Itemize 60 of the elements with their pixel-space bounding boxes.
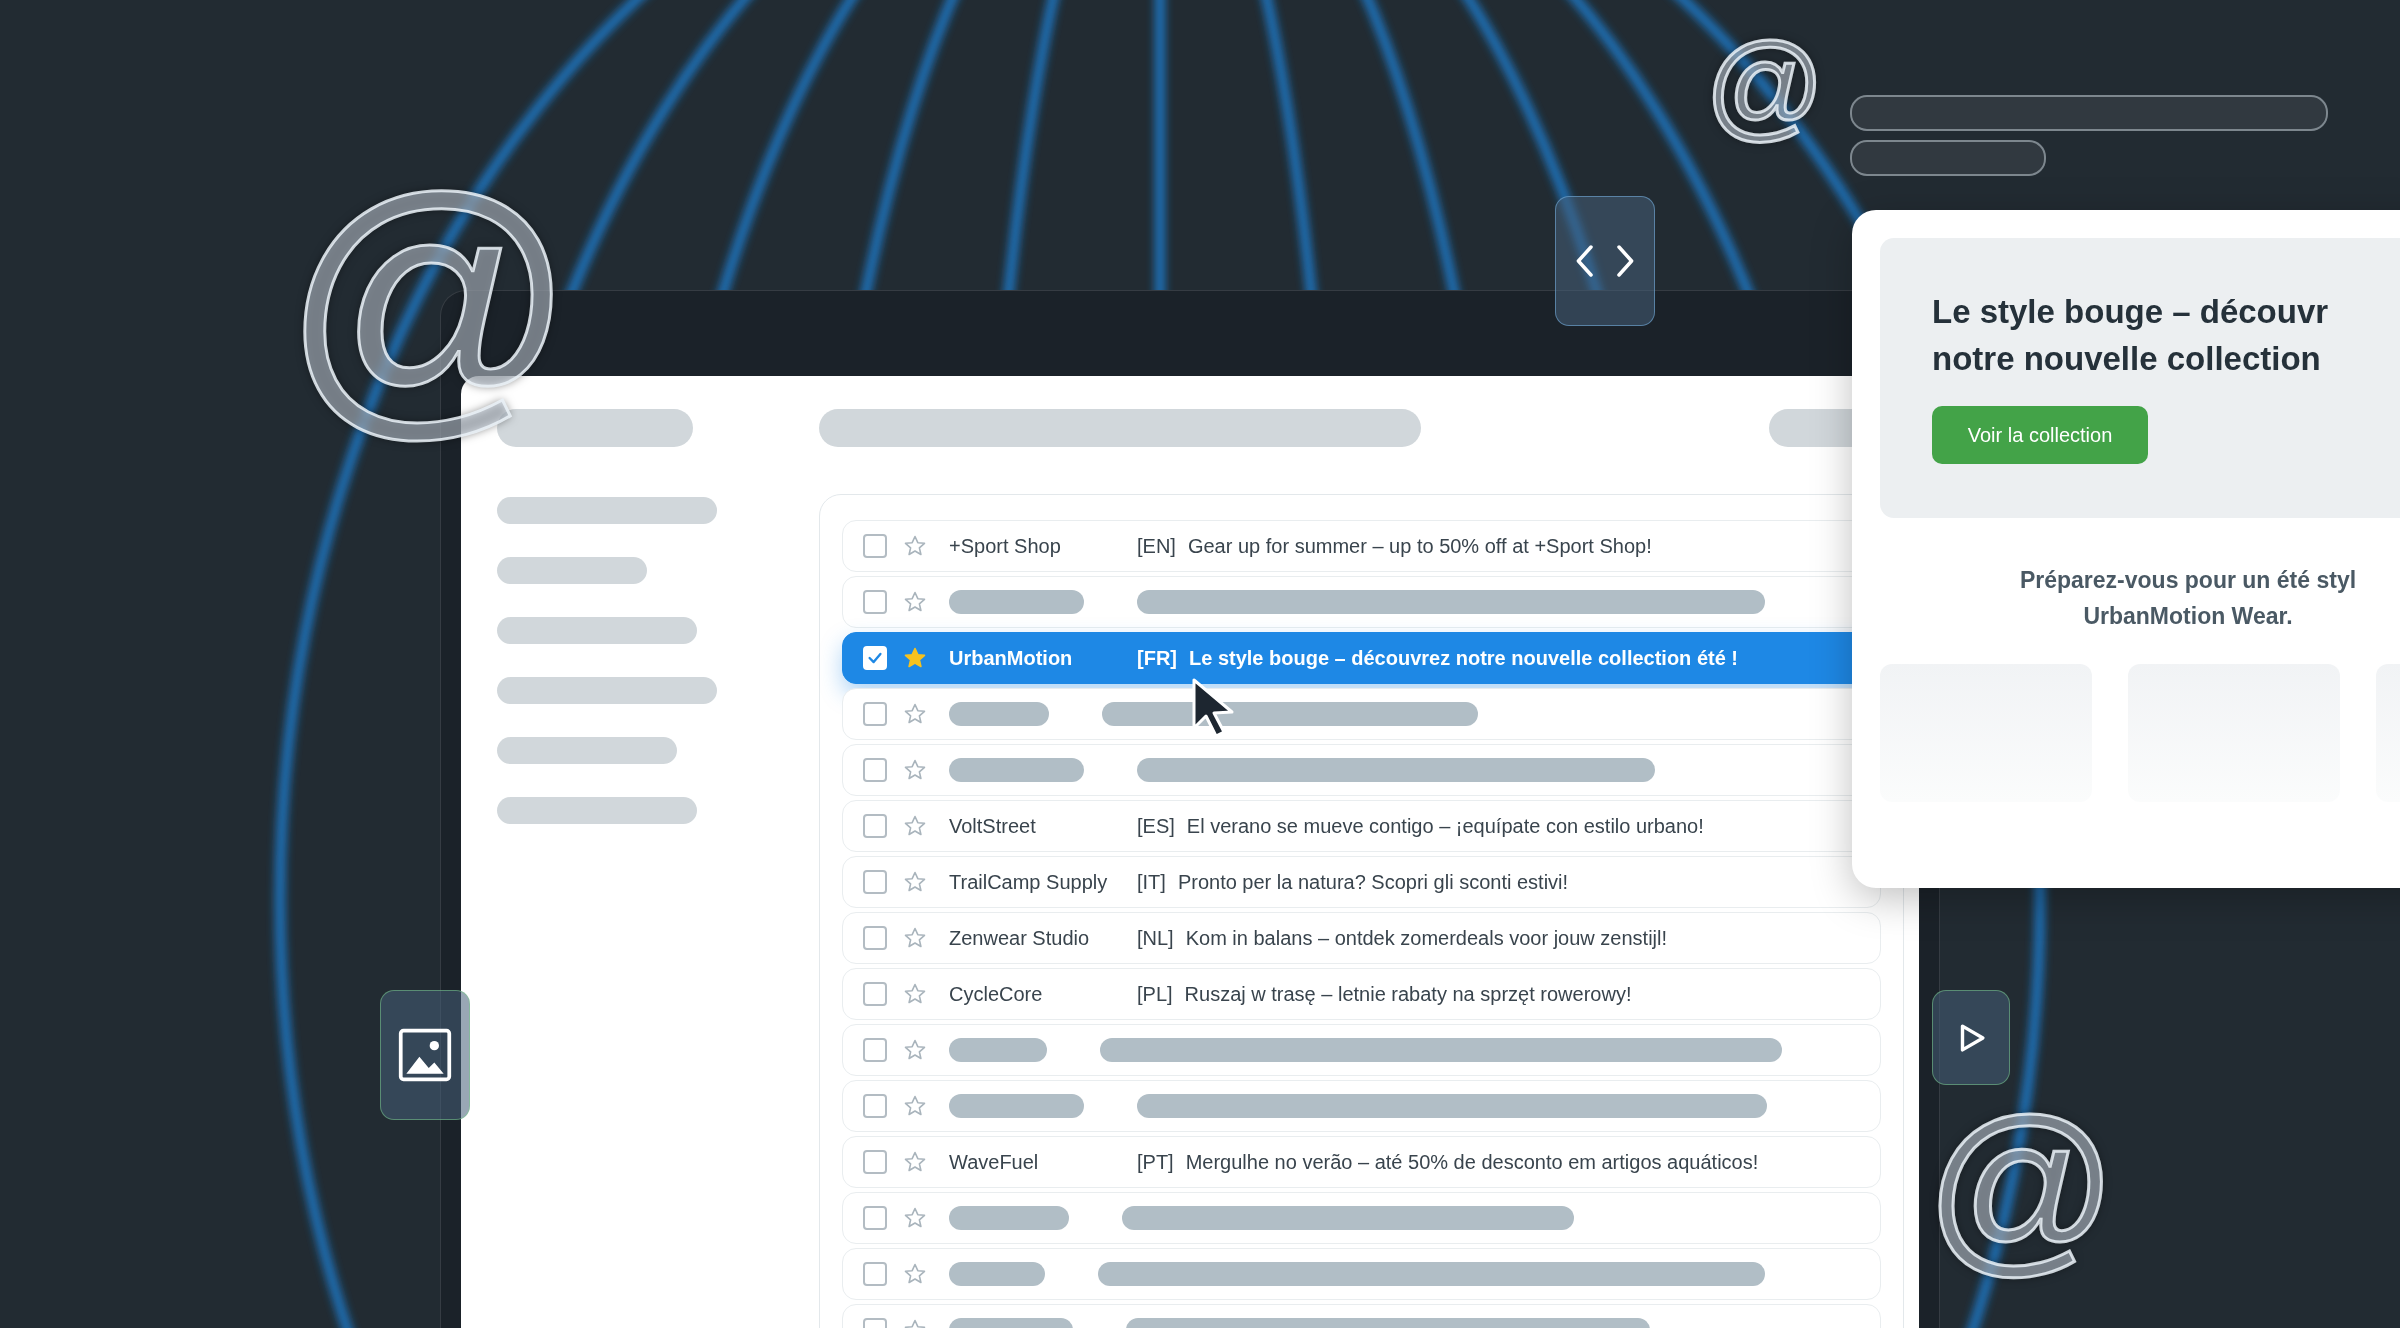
sender-name: VoltStreet xyxy=(949,814,1037,838)
language-tag: [PT] xyxy=(1137,1150,1174,1174)
email-row[interactable]: Zenwear Studio [NL] Kom in balans – ontdek zomerdeals voor jouw zenstijl! xyxy=(842,912,1881,964)
email-row[interactable]: TrailCamp Supply [IT] Pronto per la natura? Scopri gli sconti estivi! xyxy=(842,856,1881,908)
star-icon[interactable] xyxy=(903,1262,927,1286)
language-tag: [ES] xyxy=(1137,814,1175,838)
email-subject: Gear up for summer – up to 50% off at +Sport Shop! xyxy=(1187,534,1652,558)
checkbox[interactable] xyxy=(863,1206,887,1230)
checkbox[interactable] xyxy=(863,1262,887,1286)
email-row[interactable] xyxy=(842,1024,1881,1076)
star-icon[interactable] xyxy=(903,702,927,726)
sender-name: CycleCore xyxy=(949,982,1044,1006)
checkbox[interactable] xyxy=(863,702,887,726)
star-icon[interactable] xyxy=(903,870,927,894)
email-headline: Le style bouge – découvr notre nouvelle collection xyxy=(1932,292,2330,379)
email-subtitle: Préparez-vous pour un été styl UrbanMotion Wear. xyxy=(2018,566,2358,631)
sender-name: TrailCamp Supply xyxy=(949,870,1109,894)
star-icon[interactable] xyxy=(903,1206,927,1230)
email-row[interactable]: WaveFuel [PT] Mergulhe no verão – até 50% de desconto em artigos aquáticos! xyxy=(842,1136,1881,1188)
code-file-icon xyxy=(1555,196,1655,326)
checkbox[interactable] xyxy=(863,926,887,950)
checkbox[interactable] xyxy=(863,1094,887,1118)
star-icon[interactable] xyxy=(903,814,927,838)
email-row[interactable] xyxy=(842,1080,1881,1132)
email-subject: El verano se mueve contigo – ¡equípate con estilo urbano! xyxy=(1186,814,1704,838)
sender-name: Zenwear Studio xyxy=(949,926,1091,950)
email-subject: Ruszaj w trasę – letnie rabaty na sprzęt rowerowy! xyxy=(1184,982,1632,1006)
checkbox[interactable] xyxy=(863,590,887,614)
checkbox[interactable] xyxy=(863,1150,887,1174)
email-row[interactable] xyxy=(842,1248,1881,1300)
email-subject: Mergulhe no verão – até 50% de desconto em artigos aquáticos! xyxy=(1185,1150,1759,1174)
star-icon[interactable] xyxy=(903,534,927,558)
email-subject: Pronto per la natura? Scopri gli sconti estivi! xyxy=(1177,870,1569,894)
language-tag: [PL] xyxy=(1137,982,1173,1006)
sender-name: +Sport Shop xyxy=(949,534,1062,558)
language-tag: [IT] xyxy=(1137,870,1166,894)
checkbox[interactable] xyxy=(863,982,887,1006)
email-subject: Kom in balans – ontdek zomerdeals voor jouw zenstijl! xyxy=(1185,926,1668,950)
email-row[interactable]: CycleCore [PL] Ruszaj w trasę – letnie rabaty na sprzęt rowerowy! xyxy=(842,968,1881,1020)
checkbox[interactable] xyxy=(863,870,887,894)
checkbox[interactable] xyxy=(863,1038,887,1062)
star-icon[interactable] xyxy=(903,1094,927,1118)
sender-name: WaveFuel xyxy=(949,1150,1040,1174)
sender-name: UrbanMotion xyxy=(949,646,1074,670)
star-icon[interactable] xyxy=(903,982,927,1006)
email-subject: Le style bouge – découvrez notre nouvelle collection été ! xyxy=(1189,646,1738,670)
play-file-icon xyxy=(1932,990,2010,1085)
language-tag: [FR] xyxy=(1137,646,1177,670)
star-icon[interactable] xyxy=(903,590,927,614)
star-icon[interactable] xyxy=(903,926,927,950)
checkbox[interactable] xyxy=(863,758,887,782)
star-icon[interactable] xyxy=(903,646,927,670)
star-icon[interactable] xyxy=(903,758,927,782)
checkbox[interactable] xyxy=(863,534,887,558)
email-row[interactable] xyxy=(842,1192,1881,1244)
star-icon[interactable] xyxy=(903,1150,927,1174)
star-icon[interactable] xyxy=(903,1038,927,1062)
checkbox[interactable] xyxy=(863,814,887,838)
language-tag: [EN] xyxy=(1137,534,1176,558)
language-tag: [NL] xyxy=(1137,926,1174,950)
